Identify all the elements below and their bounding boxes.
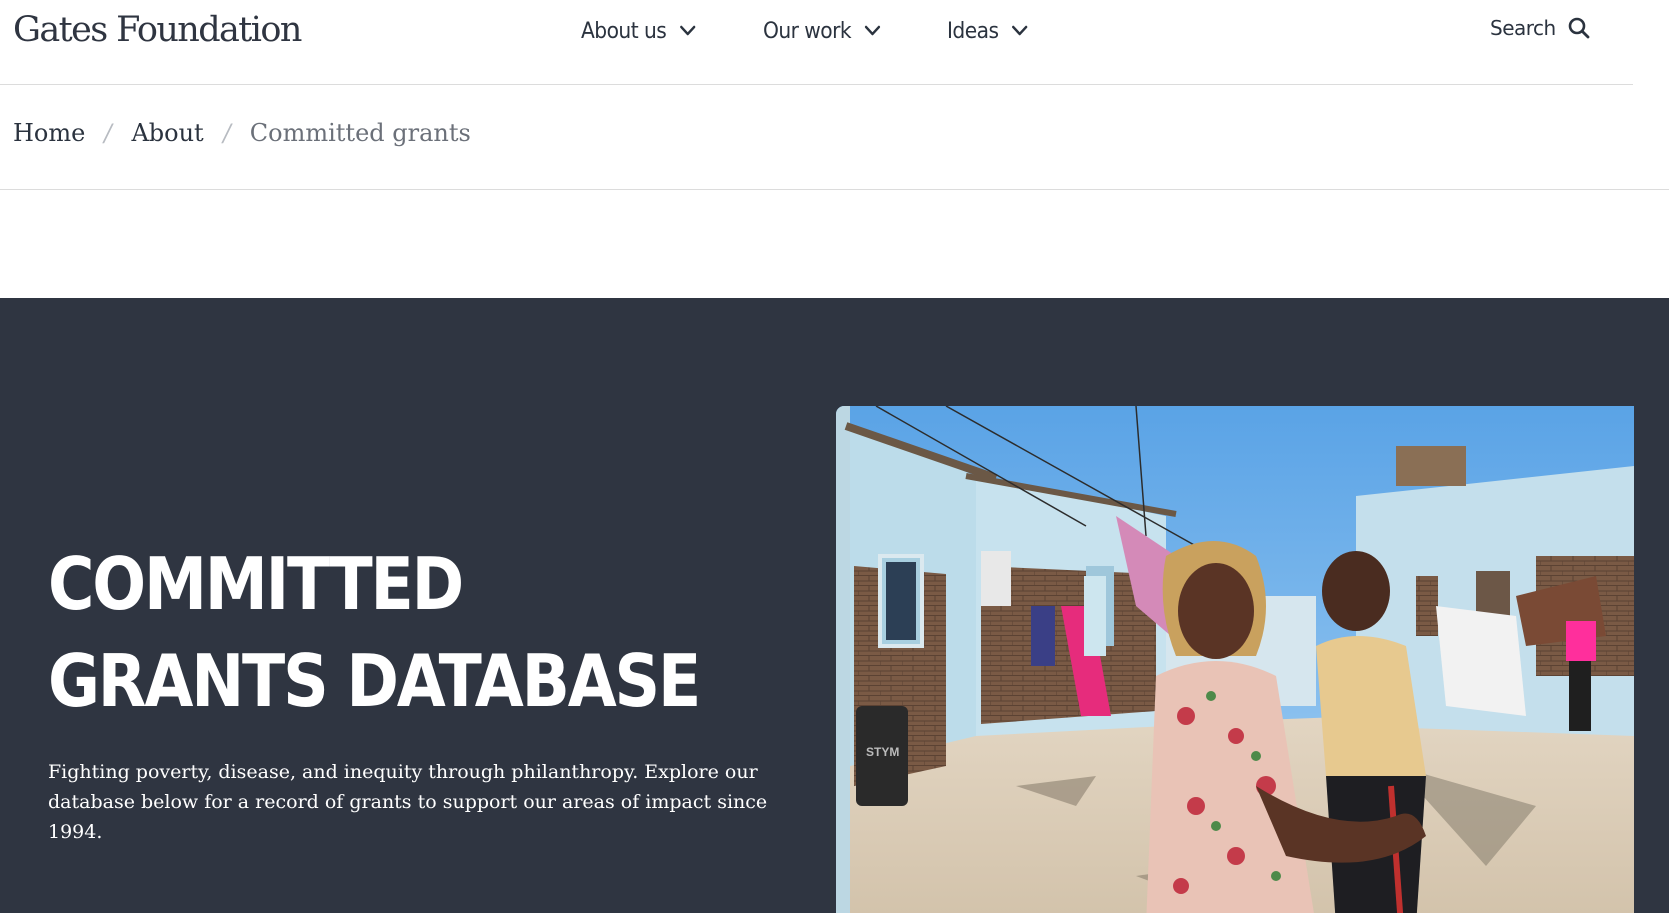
breadcrumb-separator: /	[101, 119, 115, 147]
nav-our-work-label: Our work	[762, 18, 852, 44]
nav-about-us[interactable]: About us	[581, 19, 696, 44]
hero-banner: COMMITTED GRANTS DATABASE Fighting pover…	[0, 298, 1669, 913]
site-logo[interactable]: Gates Foundation	[13, 10, 302, 50]
nav-about-us-label: About us	[581, 18, 667, 44]
nav-ideas-label: Ideas	[947, 18, 999, 44]
breadcrumb: Home / About / Committed grants	[0, 86, 1669, 190]
barrel-label: STYM	[866, 745, 899, 759]
site-header: Gates Foundation About us Our work Ideas…	[0, 0, 1633, 85]
search-label: Search	[1490, 16, 1556, 40]
breadcrumb-trail: Home / About / Committed grants	[13, 119, 471, 147]
nav-ideas[interactable]: Ideas	[947, 19, 1028, 44]
breadcrumb-home[interactable]: Home	[13, 119, 85, 147]
breadcrumb-separator: /	[220, 119, 234, 147]
breadcrumb-current: Committed grants	[249, 119, 471, 147]
chevron-down-icon	[679, 25, 696, 36]
chevron-down-icon	[1012, 25, 1028, 36]
main-nav: About us Our work Ideas	[581, 14, 1035, 48]
hero-photo: STYM	[836, 406, 1634, 913]
hero-description: Fighting poverty, disease, and inequity …	[48, 761, 768, 843]
breadcrumb-about[interactable]: About	[131, 119, 203, 147]
page-title: COMMITTED GRANTS DATABASE	[48, 542, 701, 723]
nav-our-work[interactable]: Our work	[763, 19, 881, 44]
search-icon	[1568, 17, 1590, 39]
chevron-down-icon	[864, 25, 880, 36]
search-button[interactable]: Search	[1490, 16, 1590, 40]
